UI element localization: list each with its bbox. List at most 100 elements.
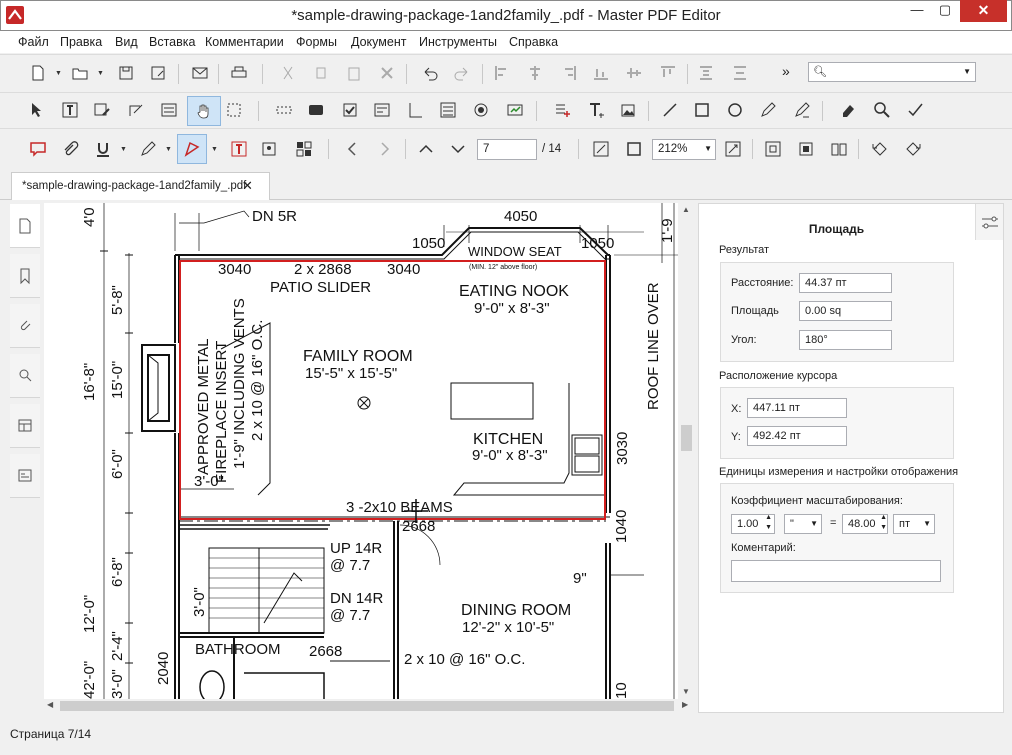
pages-icon[interactable] bbox=[10, 204, 40, 248]
save-icon[interactable] bbox=[114, 61, 138, 85]
text-box-icon[interactable] bbox=[227, 137, 251, 161]
scroll-down-icon[interactable]: ▼ bbox=[682, 687, 690, 696]
menu-tools[interactable]: Инструменты bbox=[419, 35, 497, 49]
edit-image-icon[interactable] bbox=[90, 98, 114, 122]
list-field-icon[interactable] bbox=[436, 98, 460, 122]
undo-icon[interactable] bbox=[418, 61, 442, 85]
scroll-up-icon[interactable]: ▲ bbox=[682, 205, 690, 214]
scale-unit-b-dropdown-icon[interactable]: ▼ bbox=[923, 515, 931, 533]
align-middle-icon[interactable] bbox=[622, 61, 646, 85]
layers-icon[interactable] bbox=[10, 404, 40, 448]
align-left-icon[interactable] bbox=[490, 61, 514, 85]
menu-insert[interactable]: Вставка bbox=[149, 35, 195, 49]
page-number-input[interactable]: 7 bbox=[477, 139, 537, 160]
angle-field[interactable]: 180° bbox=[799, 330, 892, 350]
next-arrow-icon[interactable] bbox=[373, 137, 397, 161]
align-right-icon[interactable] bbox=[557, 61, 581, 85]
cut-icon[interactable] bbox=[276, 61, 300, 85]
marquee-select-icon[interactable] bbox=[222, 98, 246, 122]
measure-area-icon[interactable] bbox=[177, 134, 207, 164]
align-bottom-icon[interactable] bbox=[589, 61, 613, 85]
stamp-icon[interactable] bbox=[258, 137, 282, 161]
highlight-icon[interactable] bbox=[136, 137, 160, 161]
delete-icon[interactable] bbox=[375, 61, 399, 85]
actual-size-icon[interactable] bbox=[622, 137, 646, 161]
select-arrow-icon[interactable] bbox=[24, 98, 48, 122]
scroll-left-icon[interactable]: ◀ bbox=[47, 700, 53, 709]
document-view[interactable]: DN 5R 4050 1050 WINDOW SEAT (MIN. 12" ab… bbox=[44, 203, 678, 699]
menu-comments[interactable]: Комментарии bbox=[205, 35, 284, 49]
fit-visible-icon[interactable] bbox=[761, 137, 785, 161]
single-page-icon[interactable] bbox=[794, 137, 818, 161]
signature-field-icon[interactable] bbox=[503, 98, 527, 122]
measure-dropdown-icon[interactable]: ▼ bbox=[211, 146, 218, 153]
grid-layout-icon[interactable] bbox=[292, 137, 316, 161]
fit-page-icon[interactable] bbox=[589, 137, 613, 161]
scale-b-spin-icon[interactable]: ▲ ▼ bbox=[878, 515, 887, 533]
distribute-vertical-icon[interactable] bbox=[694, 61, 718, 85]
underline-dropdown-icon[interactable]: ▼ bbox=[120, 146, 127, 153]
area-field[interactable]: 0.00 sq bbox=[799, 301, 892, 321]
zoom-dropdown-icon[interactable]: ▼ bbox=[704, 140, 712, 158]
maximize-button[interactable]: ▢ bbox=[931, 0, 959, 22]
hand-tool-icon[interactable] bbox=[187, 96, 221, 126]
new-document-icon[interactable] bbox=[26, 61, 50, 85]
highlight-dropdown-icon[interactable]: ▼ bbox=[165, 146, 172, 153]
rotate-right-icon[interactable] bbox=[901, 137, 925, 161]
open-dropdown-icon[interactable]: ▼ bbox=[97, 70, 104, 77]
vertical-scrollbar[interactable]: ▲ ▼ bbox=[679, 203, 694, 699]
radio-button-icon[interactable] bbox=[469, 98, 493, 122]
comment-input[interactable] bbox=[731, 560, 941, 582]
ellipse-tool-icon[interactable] bbox=[723, 98, 747, 122]
underline-icon[interactable] bbox=[91, 137, 115, 161]
menu-view[interactable]: Вид bbox=[115, 35, 138, 49]
panel-properties-icon[interactable] bbox=[975, 204, 1003, 240]
toolbar-overflow-button[interactable]: » bbox=[782, 63, 790, 79]
scale-a-input[interactable]: 1.00 ▲ ▼ bbox=[731, 514, 775, 534]
search-panel-icon[interactable] bbox=[10, 354, 40, 398]
edit-shape-icon[interactable] bbox=[124, 98, 148, 122]
insert-text-icon[interactable] bbox=[550, 98, 574, 122]
close-window-button[interactable]: ✕ bbox=[960, 0, 1007, 22]
bookmarks-icon[interactable] bbox=[10, 254, 40, 298]
menu-edit[interactable]: Правка bbox=[60, 35, 102, 49]
horizontal-scroll-thumb[interactable] bbox=[60, 701, 674, 711]
pencil-tool-icon[interactable] bbox=[756, 98, 780, 122]
scale-unit-a-select[interactable]: " ▼ bbox=[784, 514, 822, 534]
rotate-left-icon[interactable] bbox=[868, 137, 892, 161]
zoom-select[interactable]: 212% ▼ bbox=[652, 139, 716, 160]
add-text-icon[interactable] bbox=[584, 98, 608, 122]
document-tab[interactable]: *sample-drawing-package-1and2family_.pdf… bbox=[11, 172, 270, 200]
redo-icon[interactable] bbox=[450, 61, 474, 85]
menu-help[interactable]: Справка bbox=[509, 35, 558, 49]
find-replace-icon[interactable] bbox=[870, 98, 894, 122]
edit-forms-icon[interactable] bbox=[157, 98, 181, 122]
fill-sign-icon[interactable] bbox=[790, 98, 814, 122]
text-field-icon[interactable] bbox=[272, 98, 296, 122]
open-folder-icon[interactable] bbox=[68, 61, 92, 85]
distance-field[interactable]: 44.37 пт bbox=[799, 273, 892, 293]
menu-file[interactable]: Файл bbox=[18, 35, 49, 49]
rectangle-tool-icon[interactable] bbox=[690, 98, 714, 122]
listbox-field-icon[interactable] bbox=[404, 98, 428, 122]
search-dropdown-icon[interactable]: ▼ bbox=[963, 63, 971, 81]
search-input[interactable]: 🔍︎ ▼ bbox=[808, 62, 976, 82]
form-button-icon[interactable] bbox=[304, 98, 328, 122]
signatures-icon[interactable] bbox=[10, 454, 40, 498]
y-field[interactable]: 492.42 пт bbox=[747, 426, 847, 446]
line-tool-icon[interactable] bbox=[658, 98, 682, 122]
menu-document[interactable]: Документ bbox=[351, 35, 406, 49]
new-dropdown-icon[interactable]: ▼ bbox=[55, 70, 62, 77]
horizontal-scrollbar[interactable]: ◀ ▶ bbox=[44, 699, 694, 713]
attachments-icon[interactable] bbox=[10, 304, 40, 348]
minimize-button[interactable]: — bbox=[903, 0, 931, 22]
align-center-icon[interactable] bbox=[523, 61, 547, 85]
paste-icon[interactable] bbox=[342, 61, 366, 85]
scale-unit-b-select[interactable]: пт ▼ bbox=[893, 514, 935, 534]
email-icon[interactable] bbox=[188, 61, 212, 85]
next-page-icon[interactable] bbox=[446, 137, 470, 161]
scale-unit-a-dropdown-icon[interactable]: ▼ bbox=[810, 515, 818, 533]
align-top-icon[interactable] bbox=[656, 61, 680, 85]
distribute-horizontal-icon[interactable] bbox=[728, 61, 752, 85]
previous-arrow-icon[interactable] bbox=[340, 137, 364, 161]
